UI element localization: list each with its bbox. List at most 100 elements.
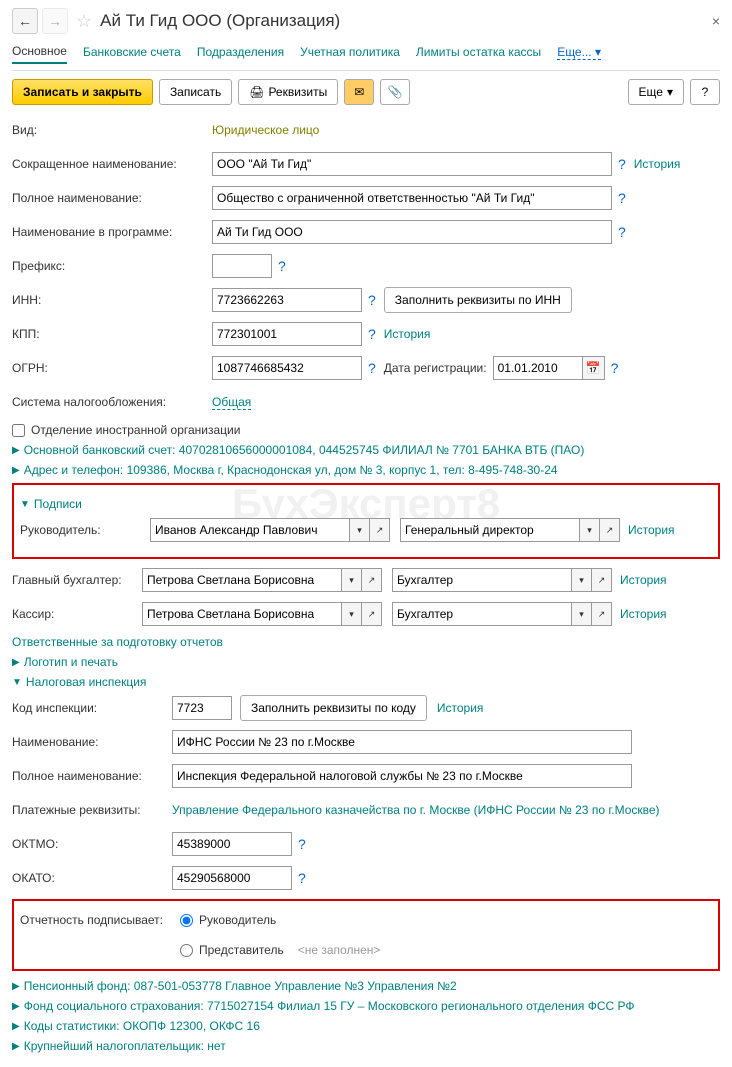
signer-head-label: Руководитель bbox=[199, 913, 276, 927]
open-icon[interactable]: ↗ bbox=[600, 518, 620, 542]
forward-button[interactable]: → bbox=[42, 8, 68, 34]
responsible-link[interactable]: Ответственные за подготовку отчетов bbox=[12, 635, 223, 649]
history-link[interactable]: История bbox=[628, 523, 675, 537]
fill-by-code-button[interactable]: Заполнить реквизиты по коду bbox=[240, 695, 427, 721]
help-icon[interactable]: ? bbox=[278, 258, 286, 274]
save-button[interactable]: Записать bbox=[159, 79, 232, 105]
cashier-name-input[interactable] bbox=[142, 602, 342, 626]
cashier-pos-input[interactable] bbox=[392, 602, 572, 626]
signer-rep-radio[interactable] bbox=[180, 944, 193, 957]
tax-system-link[interactable]: Общая bbox=[212, 395, 251, 410]
tab-policy[interactable]: Учетная политика bbox=[300, 41, 400, 63]
tax-inspection-section[interactable]: ▼ Налоговая инспекция bbox=[12, 675, 720, 689]
okato-input[interactable] bbox=[172, 866, 292, 890]
code-label: Код инспекции: bbox=[12, 701, 172, 715]
history-link[interactable]: История bbox=[384, 327, 431, 341]
tax-name-input[interactable] bbox=[172, 730, 632, 754]
inn-input[interactable] bbox=[212, 288, 362, 312]
open-icon[interactable]: ↗ bbox=[362, 602, 382, 626]
foreign-branch-label: Отделение иностранной организации bbox=[31, 423, 240, 437]
history-link[interactable]: История bbox=[634, 157, 681, 171]
tab-dept[interactable]: Подразделения bbox=[197, 41, 284, 63]
signer-head-radio[interactable] bbox=[180, 914, 193, 927]
attach-button[interactable]: 📎 bbox=[380, 79, 410, 105]
close-icon[interactable]: × bbox=[712, 13, 720, 29]
favorite-icon[interactable]: ☆ bbox=[76, 11, 92, 32]
tax-inspection-label: Налоговая инспекция bbox=[26, 675, 147, 689]
reg-date-input[interactable] bbox=[493, 356, 583, 380]
tax-full-name-input[interactable] bbox=[172, 764, 632, 788]
open-icon[interactable]: ↗ bbox=[370, 518, 390, 542]
history-link[interactable]: История bbox=[437, 701, 484, 715]
short-name-input[interactable] bbox=[212, 152, 612, 176]
head-pos-input[interactable] bbox=[400, 518, 580, 542]
history-link[interactable]: История bbox=[620, 607, 667, 621]
prefix-input[interactable] bbox=[212, 254, 272, 278]
open-icon[interactable]: ↗ bbox=[362, 568, 382, 592]
help-icon[interactable]: ? bbox=[368, 326, 376, 342]
help-icon[interactable]: ? bbox=[298, 870, 306, 886]
back-button[interactable]: ← bbox=[12, 8, 38, 34]
help-icon[interactable]: ? bbox=[611, 360, 619, 376]
logo-section[interactable]: ▶ Логотип и печать bbox=[12, 655, 720, 669]
help-icon[interactable]: ? bbox=[368, 292, 376, 308]
oktmo-input[interactable] bbox=[172, 832, 292, 856]
prog-name-label: Наименование в программе: bbox=[12, 225, 212, 239]
accountant-name-input[interactable] bbox=[142, 568, 342, 592]
head-label: Руководитель: bbox=[20, 523, 150, 537]
page-title: Ай Ти Гид ООО (Организация) bbox=[100, 11, 340, 31]
tab-limits[interactable]: Лимиты остатка кассы bbox=[416, 41, 541, 63]
dropdown-icon[interactable]: ▾ bbox=[572, 568, 592, 592]
dropdown-icon[interactable]: ▾ bbox=[580, 518, 600, 542]
prefix-label: Префикс: bbox=[12, 259, 212, 273]
tax-full-name-label: Полное наименование: bbox=[12, 769, 172, 783]
requisites-button[interactable]: 🖨 Реквизиты bbox=[238, 79, 338, 105]
fss-row[interactable]: ▶ Фонд социального страхования: 77150271… bbox=[12, 999, 720, 1013]
tab-main[interactable]: Основное bbox=[12, 40, 67, 64]
accountant-label: Главный бухгалтер: bbox=[12, 573, 142, 587]
signatures-section[interactable]: ▼ Подписи bbox=[20, 497, 712, 511]
dropdown-icon[interactable]: ▾ bbox=[342, 568, 362, 592]
save-close-button[interactable]: Записать и закрыть bbox=[12, 79, 153, 105]
payment-details-label: Платежные реквизиты: bbox=[12, 803, 172, 817]
help-icon[interactable]: ? bbox=[618, 224, 626, 240]
address-row[interactable]: ▶ Адрес и телефон: 109386, Москва г, Кра… bbox=[12, 463, 720, 477]
payment-details-link[interactable]: Управление Федерального казначейства по … bbox=[172, 803, 660, 817]
prog-name-input[interactable] bbox=[212, 220, 612, 244]
help-icon[interactable]: ? bbox=[618, 156, 626, 172]
mail-button[interactable]: ✉ bbox=[344, 79, 374, 105]
pension-row[interactable]: ▶ Пенсионный фонд: 087-501-053778 Главно… bbox=[12, 979, 720, 993]
okato-label: ОКАТО: bbox=[12, 871, 172, 885]
help-icon[interactable]: ? bbox=[618, 190, 626, 206]
tab-more[interactable]: Еще... ▾ bbox=[557, 45, 601, 60]
stat-row[interactable]: ▶ Коды статистики: ОКОПФ 12300, ОКФС 16 bbox=[12, 1019, 720, 1033]
more-button[interactable]: Еще ▾ bbox=[628, 79, 684, 105]
dropdown-icon[interactable]: ▾ bbox=[342, 602, 362, 626]
open-icon[interactable]: ↗ bbox=[592, 602, 612, 626]
chevron-right-icon: ▶ bbox=[12, 1021, 20, 1032]
signatures-label: Подписи bbox=[34, 497, 82, 511]
accountant-pos-input[interactable] bbox=[392, 568, 572, 592]
signer-rep-label: Представитель bbox=[199, 943, 284, 957]
head-name-input[interactable] bbox=[150, 518, 350, 542]
foreign-branch-checkbox[interactable] bbox=[12, 424, 25, 437]
help-icon[interactable]: ? bbox=[368, 360, 376, 376]
history-link[interactable]: История bbox=[620, 573, 667, 587]
pension-text: Пенсионный фонд: 087-501-053778 Главное … bbox=[24, 979, 457, 993]
help-icon[interactable]: ? bbox=[298, 836, 306, 852]
dropdown-icon[interactable]: ▾ bbox=[350, 518, 370, 542]
bank-account-row[interactable]: ▶ Основной банковский счет: 407028106560… bbox=[12, 443, 720, 457]
full-name-input[interactable] bbox=[212, 186, 612, 210]
dropdown-icon[interactable]: ▾ bbox=[572, 602, 592, 626]
open-icon[interactable]: ↗ bbox=[592, 568, 612, 592]
kpp-input[interactable] bbox=[212, 322, 362, 346]
logo-label: Логотип и печать bbox=[24, 655, 118, 669]
calendar-icon[interactable]: 📅 bbox=[583, 356, 605, 380]
chevron-right-icon: ▶ bbox=[12, 657, 20, 668]
code-input[interactable] bbox=[172, 696, 232, 720]
ogrn-label: ОГРН: bbox=[12, 361, 212, 375]
help-button[interactable]: ? bbox=[690, 79, 720, 105]
fill-by-inn-button[interactable]: Заполнить реквизиты по ИНН bbox=[384, 287, 572, 313]
tab-bank[interactable]: Банковские счета bbox=[83, 41, 181, 63]
ogrn-input[interactable] bbox=[212, 356, 362, 380]
